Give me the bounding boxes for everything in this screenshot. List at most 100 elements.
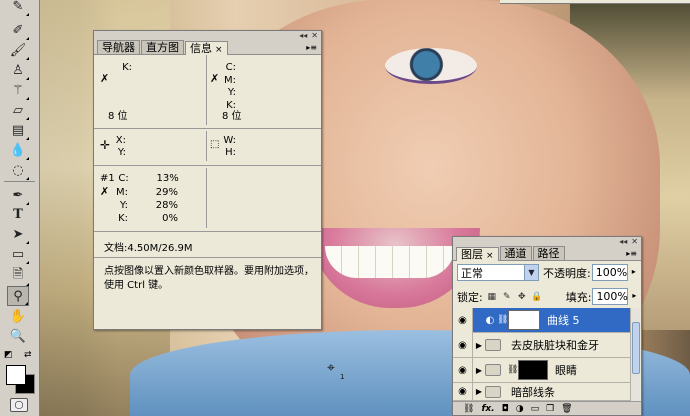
info-cmyk-right: C: M: Y: K: — [224, 62, 236, 111]
expand-arrow-icon[interactable]: ▶ — [473, 387, 485, 396]
swap-colors-icon[interactable]: ⇄ — [24, 350, 32, 360]
new-layer-icon[interactable]: ❐ — [546, 404, 554, 414]
lock-all-icon[interactable]: 🔒 — [531, 291, 543, 303]
layer-row-eyes[interactable]: ◉ ▶ ⛓ 眼睛 — [453, 357, 631, 383]
info-sampler: #1 C: 13% ✗ M: 29% Y: 28% K: 0% — [100, 173, 179, 224]
tab-info[interactable]: 信息 × — [185, 41, 228, 55]
type-icon[interactable]: T — [7, 204, 29, 224]
layers-scrollbar-thumb[interactable] — [632, 322, 640, 374]
paint-brush-icon[interactable]: 🖌 — [7, 40, 29, 60]
healing-brush-icon[interactable]: ✐ — [7, 20, 29, 40]
gradient-icon[interactable]: ▤ — [7, 120, 29, 140]
info-divider — [206, 131, 207, 161]
layer-name: 曲线 5 — [547, 314, 580, 327]
info-divider — [206, 168, 207, 228]
rectangle-icon[interactable]: ▭ — [7, 244, 29, 264]
layer-name: 眼睛 — [555, 364, 577, 377]
folder-icon[interactable]: ▭ — [531, 404, 540, 414]
zoom-icon[interactable]: 🔍 — [7, 326, 29, 346]
history-brush-icon[interactable]: ⚚ — [7, 80, 29, 100]
layers-panel-tabs: 图层 × 通道 路径 ▸≡ — [453, 246, 641, 261]
eraser-icon[interactable]: ▱ — [7, 100, 29, 120]
tab-histogram[interactable]: 直方图 — [141, 40, 184, 54]
tab-paths[interactable]: 路径 — [532, 246, 565, 260]
opacity-slider-arrow-icon[interactable]: ▸ — [628, 264, 640, 281]
eye-icon[interactable]: ◉ — [453, 307, 473, 333]
blur-icon[interactable]: 💧 — [7, 140, 29, 160]
menu-arrow-icon[interactable]: ▸≡ — [626, 246, 641, 260]
chevron-down-icon: ▼ — [524, 265, 538, 280]
layers-panel-titlebar[interactable]: ◂◂ ✕ — [453, 237, 641, 246]
sampler-cursor-index: 1 — [340, 373, 345, 381]
lock-pixels-icon[interactable]: ✎ — [501, 291, 513, 303]
trash-icon[interactable]: 🗑 — [561, 404, 572, 414]
tab-close-icon[interactable]: × — [486, 251, 494, 261]
brush-icon[interactable]: ✎ — [7, 0, 29, 16]
adjustment-icon[interactable]: ◑ — [516, 404, 524, 414]
eyedropper-icon[interactable]: ⚲ — [7, 286, 29, 306]
collapse-icon[interactable]: ◂◂ — [619, 237, 627, 246]
layers-scrollbar[interactable] — [630, 308, 640, 401]
info-k-left: K: — [122, 62, 132, 73]
info-divider — [206, 55, 207, 125]
layers-panel: ◂◂ ✕ 图层 × 通道 路径 ▸≡ 正常 ▼ 不透明度: 100% ▸ 锁定: … — [452, 236, 642, 416]
path-select-icon[interactable]: ➤ — [7, 224, 29, 244]
fill-input[interactable]: 100% — [592, 288, 629, 305]
folder-icon — [485, 339, 501, 351]
chain-icon[interactable]: ⛓ — [497, 315, 508, 325]
info-panel-tabs: 导航器 直方图 信息 × ▸≡ — [94, 40, 321, 55]
tool-separator — [4, 181, 35, 182]
selection-size-icon: ⬚ — [210, 139, 220, 150]
tab-close-icon[interactable]: × — [215, 45, 223, 55]
eye-icon[interactable]: ◉ — [453, 357, 473, 383]
tab-channels[interactable]: 通道 — [499, 246, 532, 260]
collapse-icon[interactable]: ◂◂ — [299, 31, 307, 40]
chain-icon[interactable]: ⛓ — [507, 365, 518, 375]
clone-stamp-icon[interactable]: ♙ — [7, 60, 29, 80]
fill-slider-arrow-icon[interactable]: ▸ — [628, 288, 640, 305]
foreground-color-swatch[interactable] — [6, 365, 26, 385]
expand-arrow-icon[interactable]: ▶ — [473, 366, 485, 375]
fx-icon[interactable]: fx. — [481, 404, 494, 414]
layer-name: 去皮肤脏块和金牙 — [511, 339, 599, 352]
layer-row-group[interactable]: ◉ ▶ 去皮肤脏块和金牙 — [453, 332, 631, 358]
link-icon[interactable]: ⛓ — [463, 404, 474, 414]
info-divider — [94, 128, 321, 129]
info-panel-titlebar[interactable]: ◂◂ ✕ — [94, 31, 321, 40]
lock-transparency-icon[interactable]: ▦ — [486, 291, 498, 303]
layers-footer: ⛓ fx. ◘ ◑ ▭ ❐ 🗑 — [453, 401, 641, 415]
sampler-number: #1 — [100, 173, 115, 184]
photo-teeth — [325, 246, 455, 278]
layer-mask-thumbnail[interactable] — [518, 360, 548, 380]
blend-mode-select[interactable]: 正常 ▼ — [457, 264, 539, 281]
layer-row-dark-lines[interactable]: ◉ ▶ 暗部线条 — [453, 382, 631, 401]
pen-icon[interactable]: ✒ — [7, 185, 29, 205]
close-panel-icon[interactable]: ✕ — [631, 237, 638, 246]
info-panel: ◂◂ ✕ 导航器 直方图 信息 × ▸≡ K: ✗ 8 位 C: M: Y: K:… — [93, 30, 322, 330]
hand-icon[interactable]: ✋ — [7, 306, 29, 326]
notes-icon[interactable]: 🗎 — [7, 266, 29, 286]
tab-navigator[interactable]: 导航器 — [97, 40, 140, 54]
lock-position-icon[interactable]: ✥ — [516, 291, 528, 303]
close-panel-icon[interactable]: ✕ — [311, 31, 318, 40]
layer-mask-thumbnail[interactable] — [508, 310, 540, 330]
folder-icon — [485, 385, 501, 398]
info-hint-text: 点按图像以置入新颜色取样器。要用附加选项，使用 Ctrl 键。 — [104, 266, 314, 291]
mask-icon[interactable]: ◘ — [502, 404, 509, 414]
quick-mask-icon[interactable]: ◯ — [10, 398, 28, 412]
color-sampler-cursor-icon: ⌖ 1 — [327, 361, 345, 381]
info-xy: X: Y: — [115, 135, 126, 158]
expand-arrow-icon[interactable]: ▶ — [473, 341, 485, 350]
photo-eye — [385, 48, 477, 84]
eye-icon[interactable]: ◉ — [453, 332, 473, 358]
layer-row-curves-5[interactable]: ◉ ◐ ⛓ 曲线 5 — [453, 307, 631, 333]
info-divider — [94, 231, 321, 232]
tab-layers[interactable]: 图层 × — [456, 247, 499, 261]
menu-arrow-icon[interactable]: ▸≡ — [306, 40, 321, 54]
info-bits-right: 8 位 — [222, 111, 242, 122]
dodge-icon[interactable]: ◌ — [7, 160, 29, 180]
opacity-input[interactable]: 100% — [591, 264, 628, 281]
eye-icon[interactable]: ◉ — [453, 382, 473, 401]
default-colors-icon[interactable]: ◩ — [4, 350, 13, 360]
top-panel-edge — [500, 0, 690, 4]
